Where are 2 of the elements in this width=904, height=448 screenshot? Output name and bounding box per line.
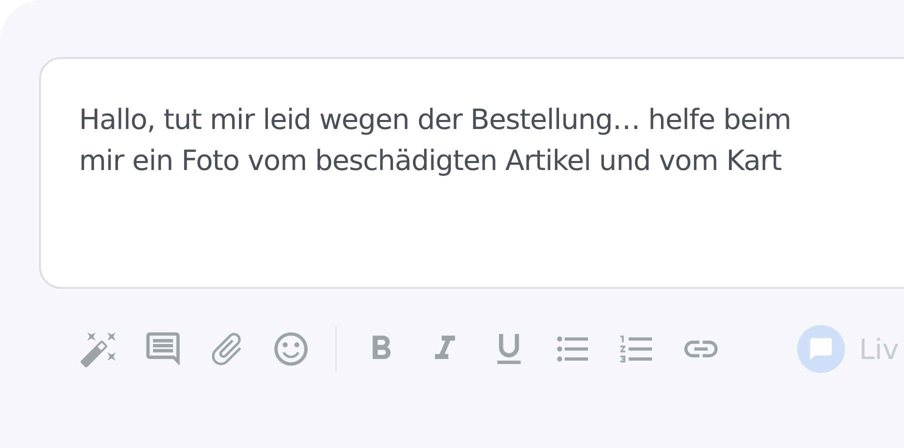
chat-bubble-icon (797, 325, 845, 373)
message-field[interactable]: Hallo, tut mir leid wegen der Bestellung… helfe beim mir ein Foto vom beschädigten Artikel und vom Kart (39, 57, 904, 289)
